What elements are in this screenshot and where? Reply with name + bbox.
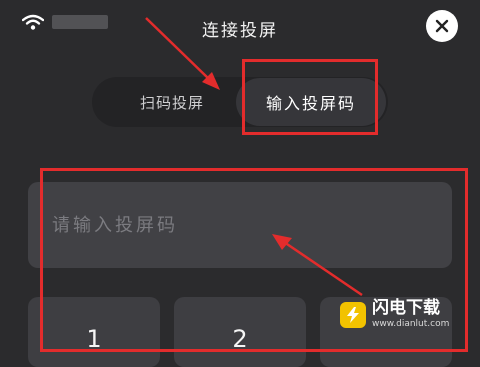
watermark-url: www.dianlut.com bbox=[372, 319, 450, 329]
watermark-name: 闪电下载 bbox=[372, 298, 440, 318]
lightning-icon bbox=[340, 301, 366, 328]
watermark: 闪电下载 www.dianlut.com bbox=[340, 300, 449, 329]
